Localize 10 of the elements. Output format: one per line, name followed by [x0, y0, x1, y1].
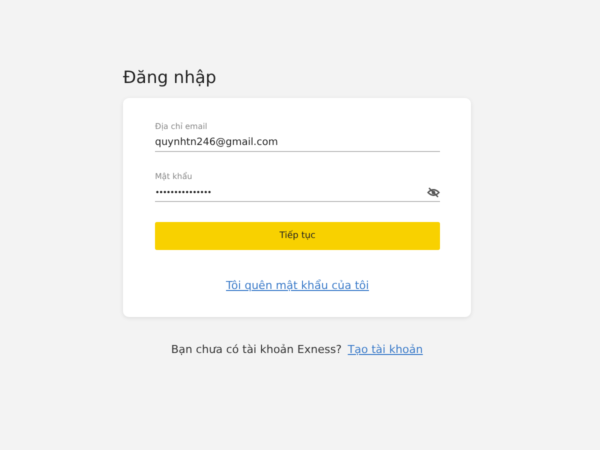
signup-prompt: Bạn chưa có tài khoản Exness?: [171, 343, 342, 356]
password-field[interactable]: •••••••••••••••: [155, 188, 427, 197]
continue-button[interactable]: Tiếp tục: [155, 222, 440, 250]
hidden-eye-icon[interactable]: [427, 187, 440, 198]
field-label: Mật khẩu: [155, 172, 194, 181]
create-account-link[interactable]: Tạo tài khoản: [348, 343, 423, 356]
page-heading: Đăng nhập: [123, 68, 218, 88]
forgot-password-link[interactable]: Tôi quên mật khẩu của tôi: [226, 279, 369, 292]
email-field[interactable]: quynhtn246@gmail.com: [155, 137, 440, 148]
field-label: Địa chỉ email: [155, 122, 208, 131]
